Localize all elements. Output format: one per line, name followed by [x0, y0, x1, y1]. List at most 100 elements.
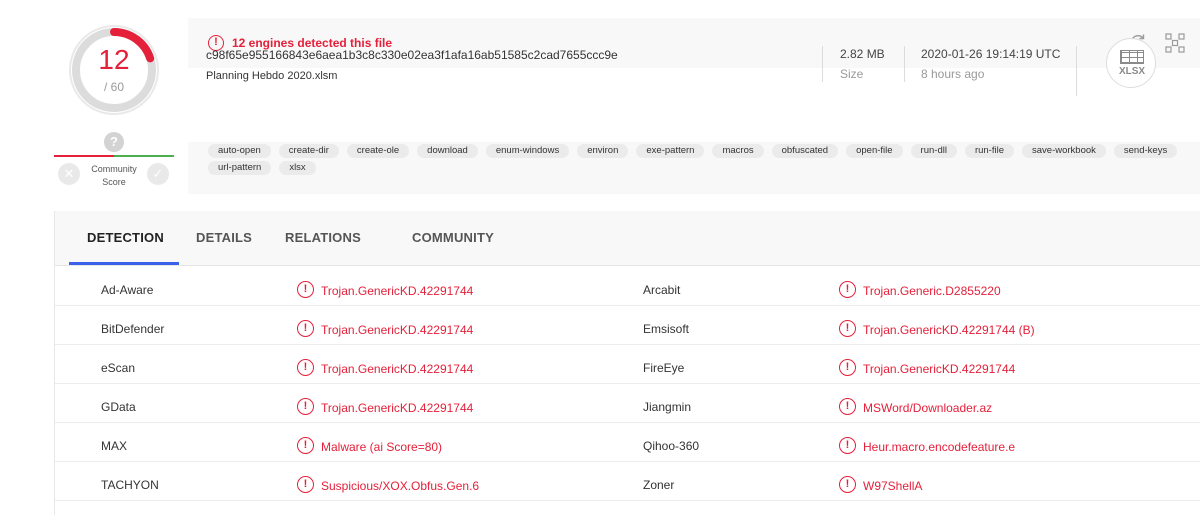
tag-chip[interactable]: run-file: [964, 144, 1014, 158]
detection-result: ! Trojan.GenericKD.42291744: [297, 281, 474, 298]
tag-chip[interactable]: send-keys: [1113, 144, 1178, 158]
engine-name: Zoner: [643, 478, 675, 492]
tag-chip[interactable]: enum-windows: [485, 144, 570, 158]
detection-row: eScan! Trojan.GenericKD.42291744 FireEye! T…: [55, 345, 1200, 384]
detection-label: Trojan.GenericKD.42291744: [321, 322, 474, 337]
file-name: Planning Hebdo 2020.xlsm: [206, 70, 338, 82]
tab-detection[interactable]: DETECTION: [87, 230, 164, 245]
x-icon[interactable]: ✕: [58, 163, 80, 185]
detected-count: 12: [98, 44, 130, 75]
detection-row: BitDefender! Trojan.GenericKD.42291744 Ems…: [55, 306, 1200, 345]
detection-row: TACHYON! Suspicious/XOX.Obfus.Gen.6 Zoner!…: [55, 462, 1200, 501]
detection-row: GData! Trojan.GenericKD.42291744 Jiangmin!…: [55, 384, 1200, 423]
detection-label: Trojan.GenericKD.42291744: [321, 361, 474, 376]
tag-chip[interactable]: download: [417, 144, 478, 158]
detection-label: W97ShellA: [863, 478, 923, 493]
exclamation-circle-icon: !: [839, 281, 856, 298]
detection-result: ! Heur.macro.encodefeature.e: [839, 437, 1015, 454]
exclamation-circle-icon: !: [839, 437, 856, 454]
file-info-area: c98f65e955166843e6aea1b3c8c330e02ea3f1af…: [188, 38, 1200, 194]
detection-label: Trojan.GenericKD.42291744 (B): [863, 322, 1035, 337]
community-harmless-bar: [114, 155, 174, 157]
detection-row: Ad-Aware! Trojan.GenericKD.42291744 Arcabi…: [55, 267, 1200, 306]
detection-result: ! Malware (ai Score=80): [297, 437, 442, 454]
check-icon[interactable]: ✓: [147, 163, 169, 185]
file-hash[interactable]: c98f65e955166843e6aea1b3c8c330e02ea3f1af…: [206, 48, 618, 62]
exclamation-circle-icon: !: [839, 320, 856, 337]
exclamation-circle-icon: !: [297, 476, 314, 493]
engine-name: BitDefender: [101, 322, 165, 336]
exclamation-circle-icon: !: [297, 398, 314, 415]
detection-result: ! W97ShellA: [839, 476, 923, 493]
file-summary-card: ! 12 engines detected this file c98f65e9…: [188, 18, 1200, 194]
engine-name: Qihoo-360: [643, 439, 700, 453]
file-size-label: Size: [840, 67, 864, 81]
tab-relations[interactable]: RELATIONS: [285, 230, 361, 245]
tag-chip[interactable]: open-file: [846, 144, 903, 158]
file-date-value: 2020-01-26 19:14:19 UTC: [921, 47, 1061, 61]
detection-result: ! Trojan.GenericKD.42291744 (B): [839, 320, 1035, 337]
community-score: ? ✕ Community Score ✓: [54, 132, 174, 192]
tag-chip[interactable]: create-dir: [278, 144, 339, 158]
community-score-bar: [54, 155, 174, 157]
detection-result: ! Suspicious/XOX.Obfus.Gen.6: [297, 476, 480, 493]
detection-result: ! Trojan.GenericKD.42291744: [297, 398, 474, 415]
tab-community[interactable]: COMMUNITY: [412, 230, 494, 245]
tag-chip[interactable]: macros: [712, 144, 764, 158]
total-engines: / 60: [103, 80, 124, 94]
detection-label: Suspicious/XOX.Obfus.Gen.6: [321, 478, 480, 493]
engine-name: Arcabit: [643, 283, 681, 297]
active-tab-indicator: [69, 262, 179, 265]
detection-result: ! Trojan.GenericKD.42291744: [839, 359, 1016, 376]
tag-chip[interactable]: save-workbook: [1022, 144, 1106, 158]
detection-label: Trojan.GenericKD.42291744: [321, 283, 474, 298]
exclamation-circle-icon: !: [297, 437, 314, 454]
file-info-row: c98f65e955166843e6aea1b3c8c330e02ea3f1af…: [188, 38, 1200, 142]
detection-label: Trojan.GenericKD.42291744: [863, 361, 1016, 376]
community-score-label: Community Score: [84, 163, 144, 189]
tag-chip[interactable]: run-dll: [910, 144, 957, 158]
spreadsheet-grid-icon: [1120, 50, 1144, 64]
tag-list: auto-open create-dir create-ole download enu…: [208, 144, 1188, 175]
divider: [1076, 46, 1077, 96]
community-label-line2: Score: [102, 177, 126, 187]
exclamation-circle-icon: !: [297, 320, 314, 337]
tag-chip[interactable]: create-ole: [346, 144, 410, 158]
divider: [822, 46, 823, 82]
community-malicious-bar: [54, 155, 114, 157]
engine-name: GData: [101, 400, 136, 414]
detection-label: Trojan.Generic.D2855220: [863, 283, 1001, 298]
exclamation-circle-icon: !: [297, 359, 314, 376]
detection-table: Ad-Aware! Trojan.GenericKD.42291744 Arcabi…: [55, 267, 1200, 501]
detection-result: ! Trojan.GenericKD.42291744: [297, 320, 474, 337]
engine-name: FireEye: [643, 361, 685, 375]
divider: [904, 46, 905, 82]
xlsx-file-icon: XLSX: [1106, 38, 1156, 88]
tab-details[interactable]: DETAILS: [196, 230, 252, 245]
file-size-value: 2.82 MB: [840, 47, 885, 61]
detection-label: MSWord/Downloader.az: [863, 400, 993, 415]
detection-score-gauge: 12 / 60: [66, 22, 162, 118]
similar-grid-icon[interactable]: [1164, 32, 1186, 54]
engine-name: TACHYON: [101, 478, 159, 492]
tag-chip[interactable]: exe-pattern: [636, 144, 705, 158]
detection-result: ! MSWord/Downloader.az: [839, 398, 993, 415]
detection-result: ! Trojan.Generic.D2855220: [839, 281, 1001, 298]
tab-bar: DETECTION DETAILS RELATIONS COMMUNITY: [55, 211, 1200, 266]
engine-name: MAX: [101, 439, 128, 453]
engine-name: Ad-Aware: [101, 283, 154, 297]
tag-chip[interactable]: xlsx: [279, 161, 316, 175]
tag-chip[interactable]: url-pattern: [208, 161, 272, 175]
detection-row: MAX ! Malware (ai Score=80) Qihoo-360 ! Heur.…: [55, 423, 1200, 462]
file-size: 2.82 MB Size: [840, 47, 885, 81]
engine-name: eScan: [101, 361, 136, 375]
community-label-line1: Community: [91, 164, 137, 174]
detection-label: Trojan.GenericKD.42291744: [321, 400, 474, 415]
tag-chip[interactable]: obfuscated: [771, 144, 839, 158]
tag-chip[interactable]: environ: [577, 144, 629, 158]
engine-name: Jiangmin: [643, 400, 692, 414]
tag-chip[interactable]: auto-open: [208, 144, 271, 158]
question-icon: ?: [104, 132, 124, 152]
exclamation-circle-icon: !: [839, 359, 856, 376]
detection-result: ! Trojan.GenericKD.42291744: [297, 359, 474, 376]
